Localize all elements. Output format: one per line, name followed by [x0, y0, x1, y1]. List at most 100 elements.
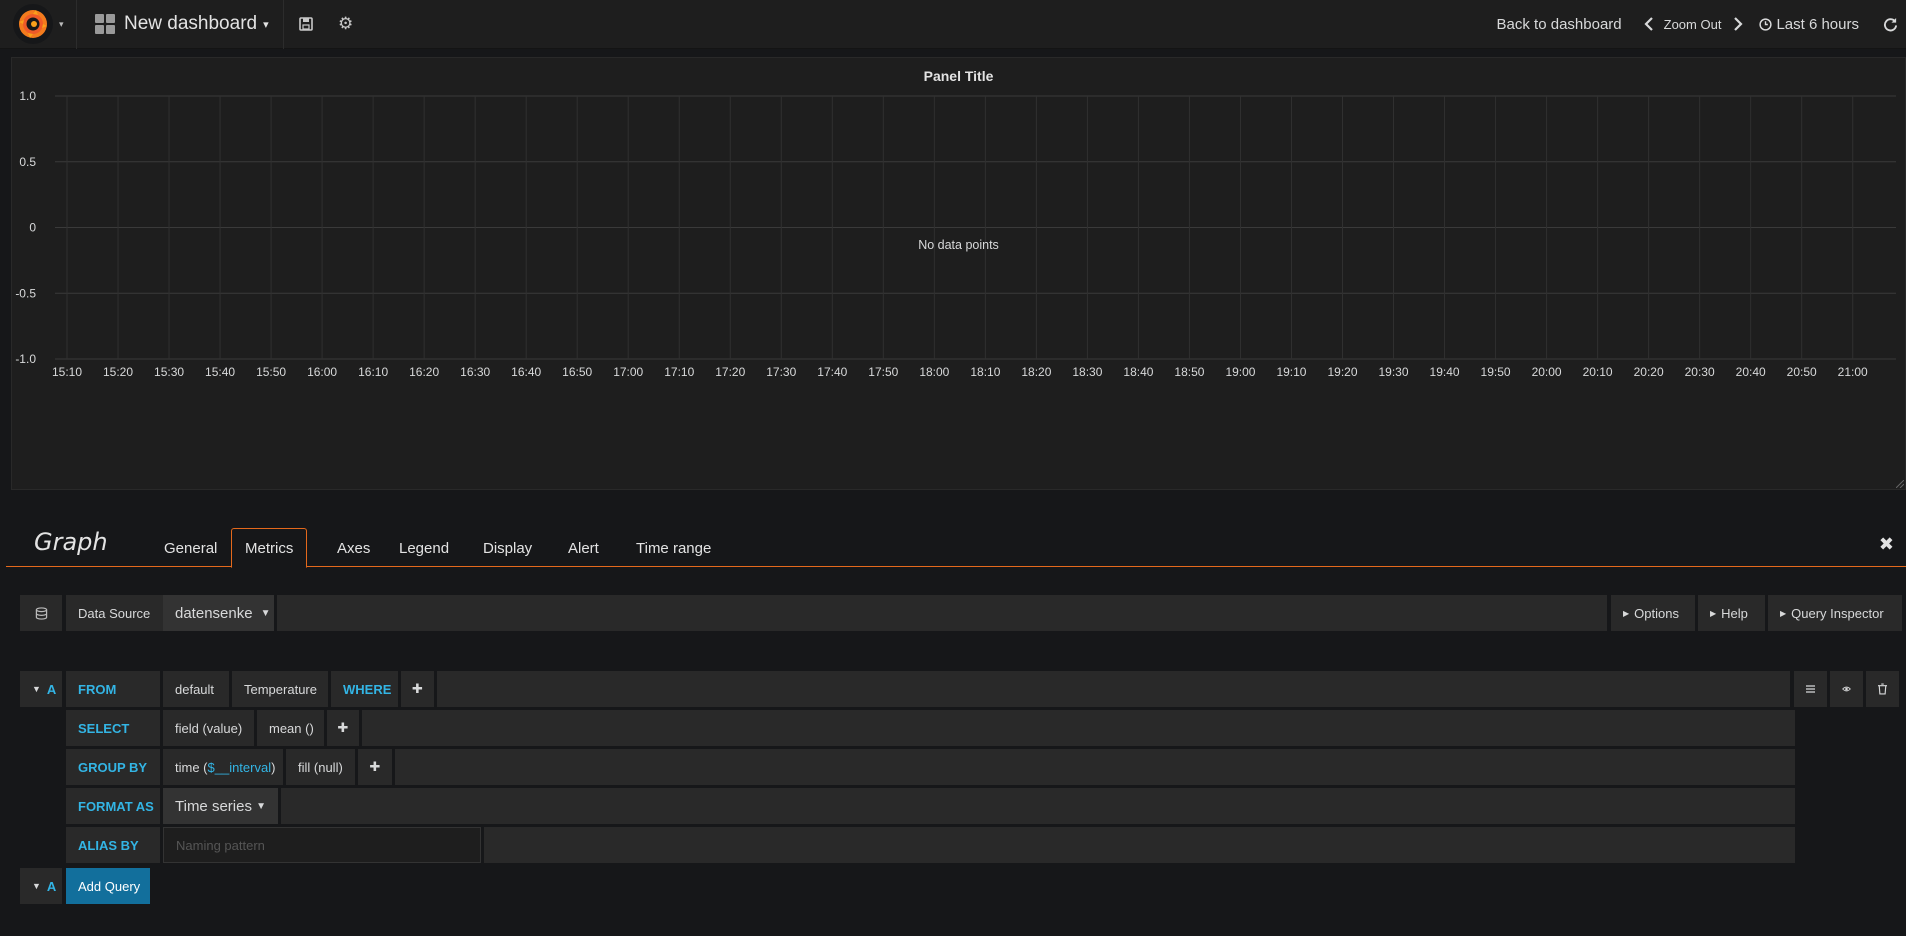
help-button[interactable]: ▶ Help — [1698, 595, 1765, 631]
add-select-plus-icon[interactable]: ✚ — [327, 710, 359, 746]
x-tick-label: 18:20 — [1021, 365, 1051, 379]
options-button[interactable]: ▶ Options — [1611, 595, 1695, 631]
field-value-segment[interactable]: field (value) — [163, 710, 254, 746]
format-row-filler — [281, 788, 1795, 824]
datasource-value: datensenke — [175, 604, 253, 622]
tab-alert[interactable]: Alert — [555, 528, 612, 568]
x-tick-label: 17:30 — [766, 365, 796, 379]
y-tick-label: 0 — [29, 221, 36, 235]
tab-general[interactable]: General — [151, 528, 230, 568]
graph-chart: 1.0 0.5 0 -0.5 -1.0 15:10 15:20 15:30 15:40 15:50… — [15, 89, 1896, 379]
grafana-menu[interactable]: ▾ — [0, 0, 77, 49]
x-tick-label: 16:30 — [460, 365, 490, 379]
delete-query-trash-icon[interactable] — [1866, 671, 1899, 707]
fill-null-segment[interactable]: fill (null) — [286, 749, 355, 785]
add-query-button[interactable]: Add Query — [66, 868, 150, 904]
x-tick-label: 18:10 — [970, 365, 1000, 379]
query-menu-icon[interactable] — [1794, 671, 1827, 707]
dashboard-picker[interactable]: New dashboard ▾ — [77, 0, 284, 49]
x-tick-label: 16:10 — [358, 365, 388, 379]
datasource-select[interactable]: datensenke ▼ — [163, 595, 274, 631]
x-tick-label: 20:40 — [1736, 365, 1766, 379]
y-tick-label: 0.5 — [19, 155, 36, 169]
from-row-filler — [437, 671, 1790, 707]
zoom-out-button[interactable]: Zoom Out — [1664, 17, 1722, 32]
help-label: Help — [1721, 605, 1748, 621]
refresh-button[interactable] — [1883, 17, 1898, 32]
caret-down-icon: ▼ — [256, 800, 266, 812]
graph-panel: Panel Title 1.0 0.5 0 -0.5 -1.0 15:10 15:20 15:… — [11, 57, 1906, 490]
x-tick-label: 17:00 — [613, 365, 643, 379]
x-tick-label: 15:20 — [103, 365, 133, 379]
panel-editor: Graph General Metrics Axes Legend Displa… — [6, 512, 1906, 936]
save-dashboard-button[interactable] — [286, 0, 326, 49]
chevron-left-icon — [1644, 17, 1653, 31]
datasource-label: Data Source — [66, 595, 163, 631]
time-suffix: ) — [271, 759, 276, 775]
x-tick-label: 17:50 — [868, 365, 898, 379]
time-prefix: time ( — [175, 759, 208, 775]
mean-function-segment[interactable]: mean () — [257, 710, 324, 746]
y-tick-label: -0.5 — [15, 286, 36, 300]
format-as-keyword: FORMAT AS — [66, 788, 160, 824]
datasource-db-icon — [20, 595, 62, 631]
caret-down-icon: ▼ — [32, 881, 41, 891]
x-tick-label: 15:10 — [52, 365, 82, 379]
back-to-dashboard-button[interactable]: Back to dashboard — [1497, 16, 1622, 33]
select-keyword: SELECT — [66, 710, 160, 746]
add-group-by-plus-icon[interactable]: ✚ — [358, 749, 392, 785]
tab-axes[interactable]: Axes — [324, 528, 383, 568]
query-collapse-toggle[interactable]: ▼ A — [20, 671, 62, 707]
tab-display[interactable]: Display — [470, 528, 545, 568]
x-tick-label: 19:00 — [1225, 365, 1255, 379]
query-ref-id: A — [46, 681, 57, 697]
alias-pattern-input[interactable] — [163, 827, 481, 863]
tab-time-range[interactable]: Time range — [623, 528, 724, 568]
panel-type-title: Graph — [34, 528, 108, 556]
clock-icon — [1759, 17, 1773, 31]
new-query-toggle[interactable]: ▼ A — [20, 868, 62, 904]
x-tick-label: 16:20 — [409, 365, 439, 379]
time-picker-button[interactable]: Last 6 hours — [1759, 16, 1859, 33]
zoom-forward-button[interactable] — [1733, 17, 1743, 31]
x-tick-label: 19:30 — [1379, 365, 1409, 379]
toggle-visibility-eye-icon[interactable] — [1830, 671, 1863, 707]
editor-header: Graph General Metrics Axes Legend Displa… — [6, 512, 1906, 568]
format-as-value: Time series — [175, 797, 252, 815]
resize-handle-icon[interactable] — [1896, 480, 1904, 488]
query-inspector-button[interactable]: ▶ Query Inspector — [1768, 595, 1902, 631]
new-query-ref-id: A — [46, 878, 57, 894]
group-by-row-filler — [395, 749, 1795, 785]
add-where-plus-icon[interactable]: ✚ — [401, 671, 434, 707]
x-tick-label: 19:10 — [1276, 365, 1306, 379]
x-tick-label: 20:00 — [1532, 365, 1562, 379]
close-editor-icon[interactable]: ✖ — [1879, 534, 1894, 555]
x-tick-label: 18:00 — [919, 365, 949, 379]
format-as-select[interactable]: Time series ▼ — [163, 788, 278, 824]
x-tick-label: 19:20 — [1327, 365, 1357, 379]
time-interval-segment[interactable]: time ($__interval) — [163, 749, 283, 785]
alias-by-keyword: ALIAS BY — [66, 827, 160, 863]
x-tick-label: 15:50 — [256, 365, 286, 379]
caret-right-icon: ▶ — [1710, 608, 1717, 618]
tab-metrics[interactable]: Metrics — [231, 528, 308, 568]
menu-caret-icon: ▾ — [59, 18, 64, 29]
x-tick-label: 19:40 — [1430, 365, 1460, 379]
x-tick-label: 17:10 — [664, 365, 694, 379]
alias-row-filler — [484, 827, 1795, 863]
query-inspector-label: Query Inspector — [1791, 605, 1884, 621]
save-icon — [298, 17, 313, 31]
settings-button[interactable]: ⚙ — [326, 0, 366, 49]
top-navbar: ▾ New dashboard ▾ ⚙ Back to dashboard Zo… — [0, 0, 1906, 49]
retention-policy-segment[interactable]: default — [163, 671, 229, 707]
caret-right-icon: ▶ — [1623, 608, 1630, 618]
zoom-back-button[interactable] — [1644, 17, 1654, 31]
caret-right-icon: ▶ — [1780, 608, 1787, 618]
datasource-row-filler — [277, 595, 1607, 631]
x-tick-label: 17:20 — [715, 365, 745, 379]
measurement-segment[interactable]: Temperature — [232, 671, 328, 707]
x-tick-label: 21:00 — [1838, 365, 1868, 379]
tab-legend[interactable]: Legend — [386, 528, 462, 568]
x-tick-label: 15:40 — [205, 365, 235, 379]
x-tick-label: 20:30 — [1685, 365, 1715, 379]
